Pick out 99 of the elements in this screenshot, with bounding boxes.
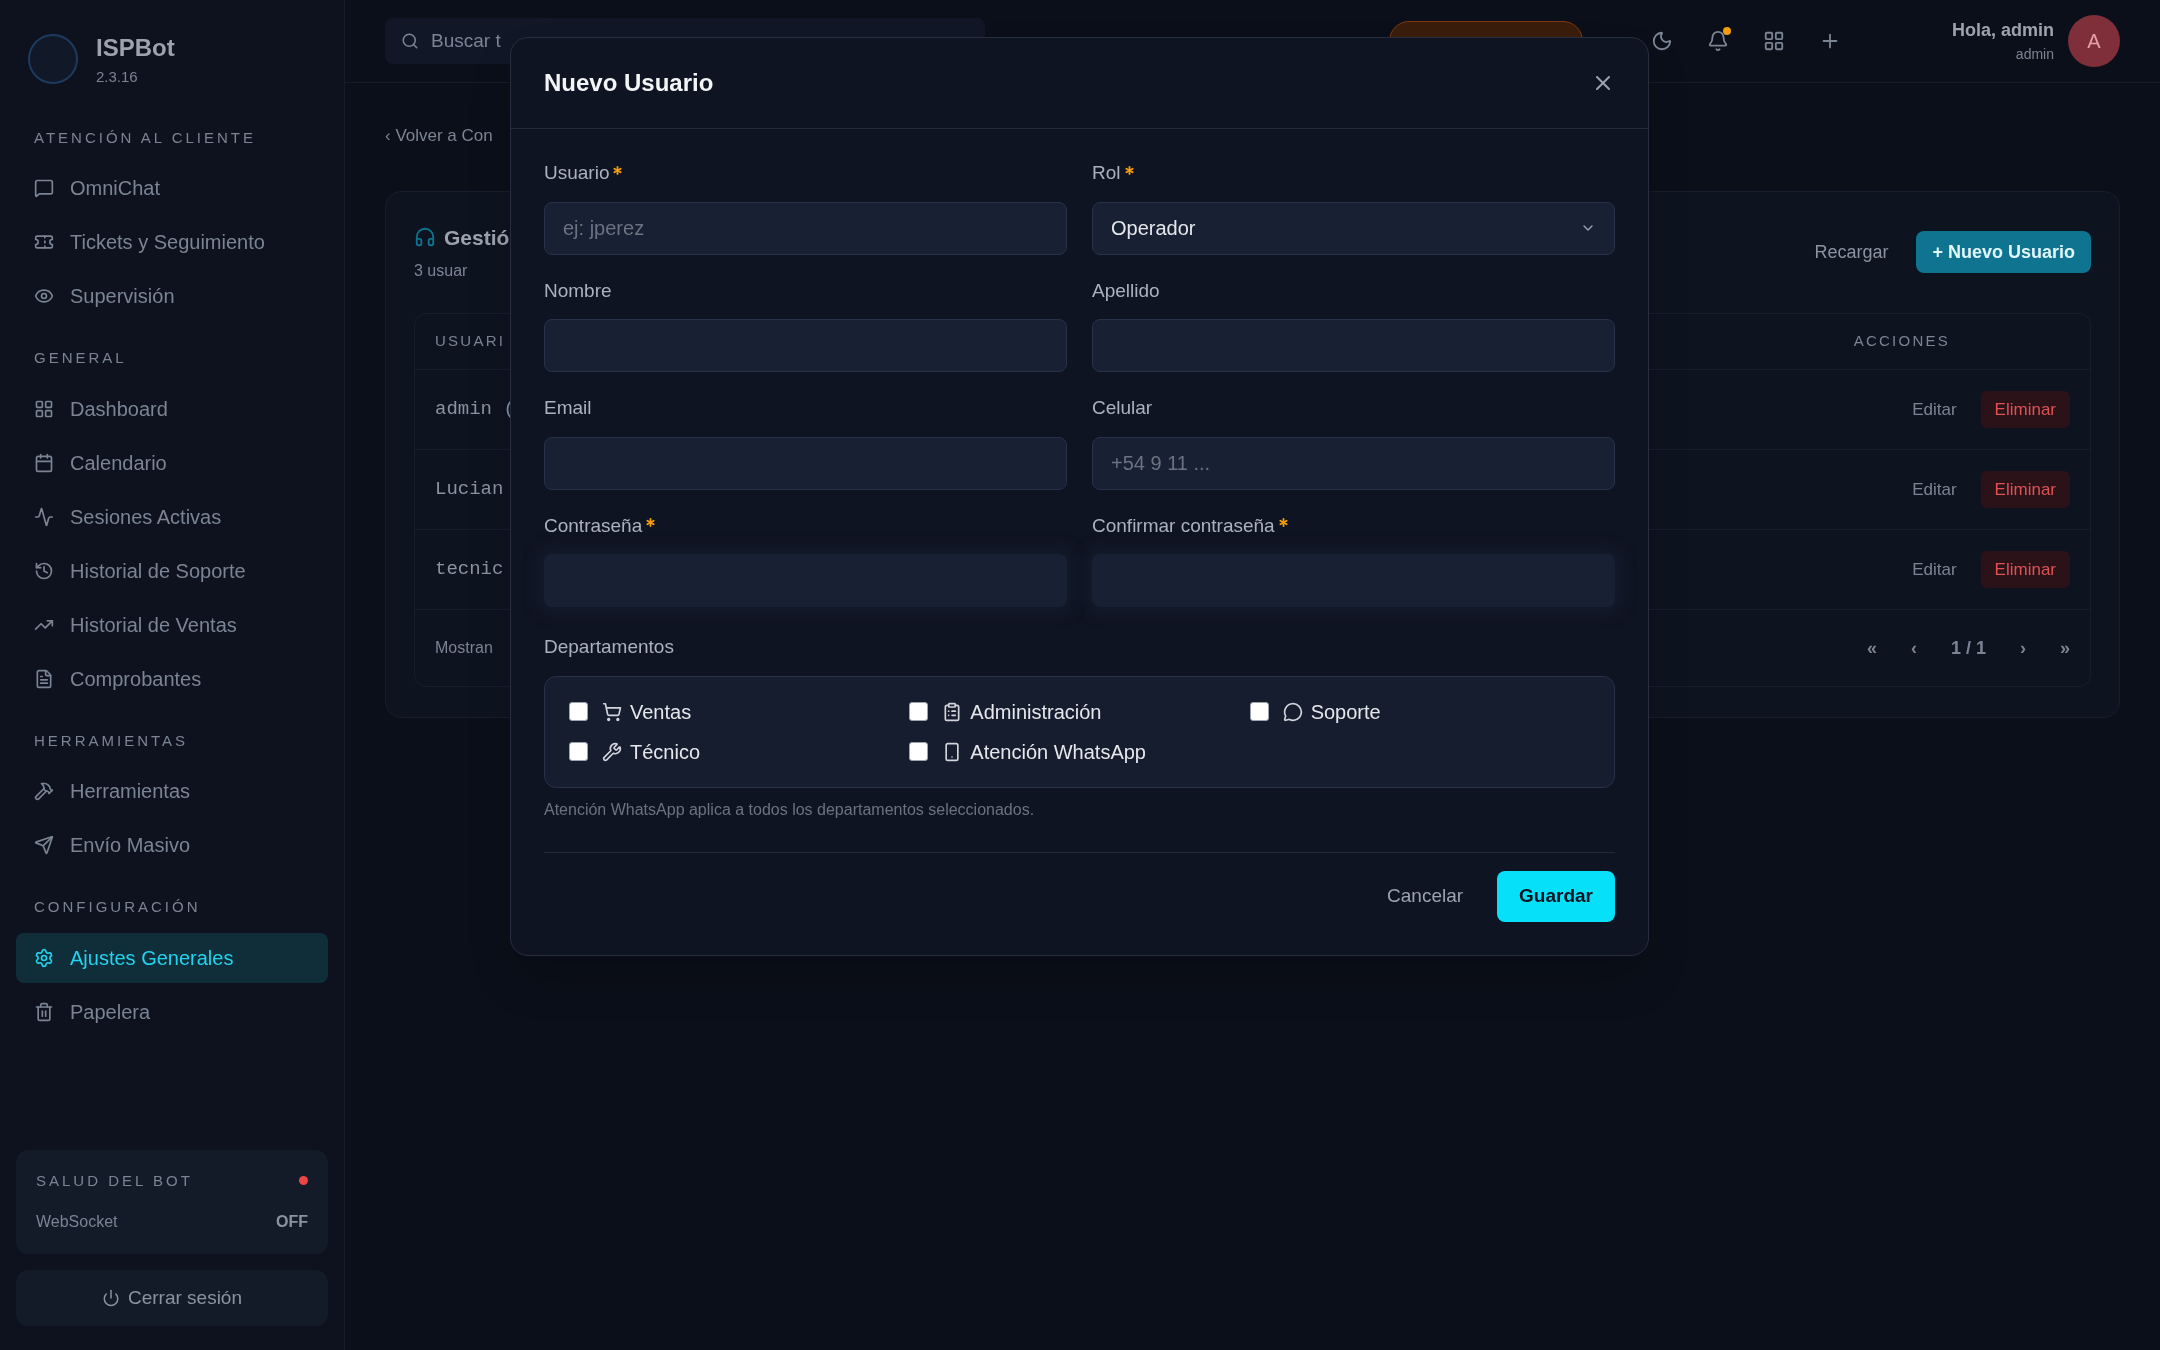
settings-icon [34, 947, 54, 968]
field-label: Celular [1092, 396, 1153, 420]
dialog-title: Nuevo Usuario [544, 68, 714, 98]
checkbox[interactable] [909, 702, 929, 721]
nav-item[interactable]: OmniChat [16, 163, 328, 213]
text-field[interactable] [544, 319, 1067, 372]
field-label: Nombre [544, 278, 612, 303]
checkbox[interactable] [1249, 702, 1269, 721]
column-header: USUARI [435, 331, 506, 352]
bell-icon[interactable] [1707, 30, 1729, 52]
speech-bubble-icon [1282, 701, 1303, 722]
eye-icon [34, 286, 54, 306]
cart-icon [602, 701, 622, 722]
hammer-icon [34, 781, 54, 801]
field-label: Email [544, 396, 592, 420]
nav-item[interactable]: Ajustes Generales [16, 932, 328, 983]
logout-button[interactable]: Cerrar sesión [16, 1270, 328, 1326]
delete-button[interactable]: Eliminar [1980, 390, 2070, 429]
avatar[interactable]: A [2068, 15, 2120, 67]
footer-text: Mostran [435, 638, 493, 658]
card-title: Gestió [444, 224, 510, 251]
role-text: admin [2015, 45, 2054, 64]
section-title: CONFIGURACIÓN [33, 897, 202, 917]
pagination-control[interactable]: » [2060, 634, 2070, 662]
section-title: HERRAMIENTAS [33, 730, 190, 751]
save-button[interactable]: Guardar [1497, 870, 1615, 922]
hint-text: Atención WhatsApp aplica a todos los departamentos seleccionados. [544, 799, 1036, 820]
edit-button[interactable]: Editar [1912, 556, 1957, 583]
edit-button[interactable]: Editar [1912, 396, 1957, 423]
clipboard-icon [942, 701, 963, 722]
ticket-icon [34, 232, 54, 252]
field-label: Contraseña [544, 513, 643, 538]
trash-icon [34, 1001, 54, 1022]
section-title: GENERAL [33, 348, 128, 368]
greeting-text: Hola, admin [1952, 19, 2054, 42]
checkbox-label: Ventas [630, 699, 692, 725]
text-field[interactable] [1092, 319, 1615, 372]
back-link[interactable]: ‹ Volver a Con [385, 126, 493, 145]
wrench-icon [602, 741, 622, 762]
calendar-icon [34, 452, 54, 473]
edit-button[interactable]: Editar [1912, 476, 1957, 503]
search-icon [401, 32, 419, 50]
field-label: Confirmar contraseña [1092, 513, 1275, 538]
health-value: OFF [276, 1212, 308, 1232]
checkbox-label: Atención WhatsApp [970, 739, 1146, 765]
checkbox-label: Soporte [1310, 699, 1381, 725]
reload-button[interactable]: Recargar [1814, 238, 1889, 266]
nav-item[interactable]: Dashboard [16, 383, 328, 434]
send-icon [34, 835, 54, 855]
text-field[interactable] [544, 436, 1067, 490]
user-cell-text: Lucian [435, 477, 504, 503]
nav-item[interactable]: Sesiones Activas [16, 491, 328, 542]
grid-icon[interactable] [1763, 30, 1785, 52]
nav-item[interactable]: Herramientas [16, 766, 328, 816]
pagination-control[interactable]: ‹ [1910, 634, 1917, 662]
text-field[interactable]: +54 9 11 ... [1092, 436, 1615, 490]
cancel-button[interactable]: Cancelar [1387, 881, 1464, 911]
nav-item[interactable]: Supervisión [16, 271, 328, 321]
health-label: WebSocket [36, 1212, 118, 1232]
pagination-control[interactable]: › [2020, 634, 2026, 662]
role-select[interactable]: Operador [1092, 201, 1615, 255]
new-user-button[interactable]: + Nuevo Usuario [1916, 231, 2091, 274]
chat-icon [34, 178, 54, 198]
nav-item[interactable]: Calendario [16, 437, 328, 488]
nav-item[interactable]: Historial de Soporte [16, 545, 328, 596]
pagination-control[interactable]: 1 / 1 [1950, 634, 1986, 662]
brand-name: ISPBot [96, 33, 175, 63]
nav-item[interactable]: Papelera [16, 986, 328, 1037]
text-field[interactable]: ej: jperez [544, 201, 1067, 255]
checkbox-label: Administración [970, 699, 1102, 725]
nav-item[interactable]: Comprobantes [16, 653, 328, 704]
field-label: Apellido [1092, 278, 1160, 303]
field-label: Rol [1092, 161, 1121, 185]
section-title: ATENCIÓN AL CLIENTE [33, 127, 258, 148]
power-icon [101, 1289, 120, 1307]
activity-icon [34, 506, 54, 527]
version-text: 2.3.16 [96, 67, 139, 87]
column-header: ACCIONES [1853, 331, 1950, 352]
logo-icon [28, 34, 78, 85]
user-cell-text: tecnic [435, 557, 504, 583]
checkbox-label: Técnico [630, 739, 701, 765]
section-label: Departamentos [544, 635, 675, 659]
moon-icon[interactable] [1651, 30, 1673, 52]
history-icon [34, 560, 54, 581]
nav-item[interactable]: Envío Masivo [16, 820, 328, 870]
grid-icon [34, 398, 54, 419]
health-title: SALUD DEL BOT [36, 1170, 193, 1191]
delete-button[interactable]: Eliminar [1980, 550, 2070, 589]
pagination-control[interactable]: « [1866, 634, 1877, 662]
nav-item[interactable]: Tickets y Seguimiento [16, 217, 328, 267]
delete-button[interactable]: Eliminar [1980, 470, 2070, 509]
card-subtitle: 3 usuar [414, 261, 469, 281]
field-label: Usuario [544, 161, 610, 185]
headphones-icon [414, 226, 436, 249]
checkbox[interactable] [569, 742, 588, 761]
checkbox[interactable] [909, 742, 929, 761]
nav-item[interactable]: Historial de Ventas [16, 599, 328, 650]
checkbox[interactable] [569, 702, 588, 721]
document-icon [34, 668, 54, 689]
